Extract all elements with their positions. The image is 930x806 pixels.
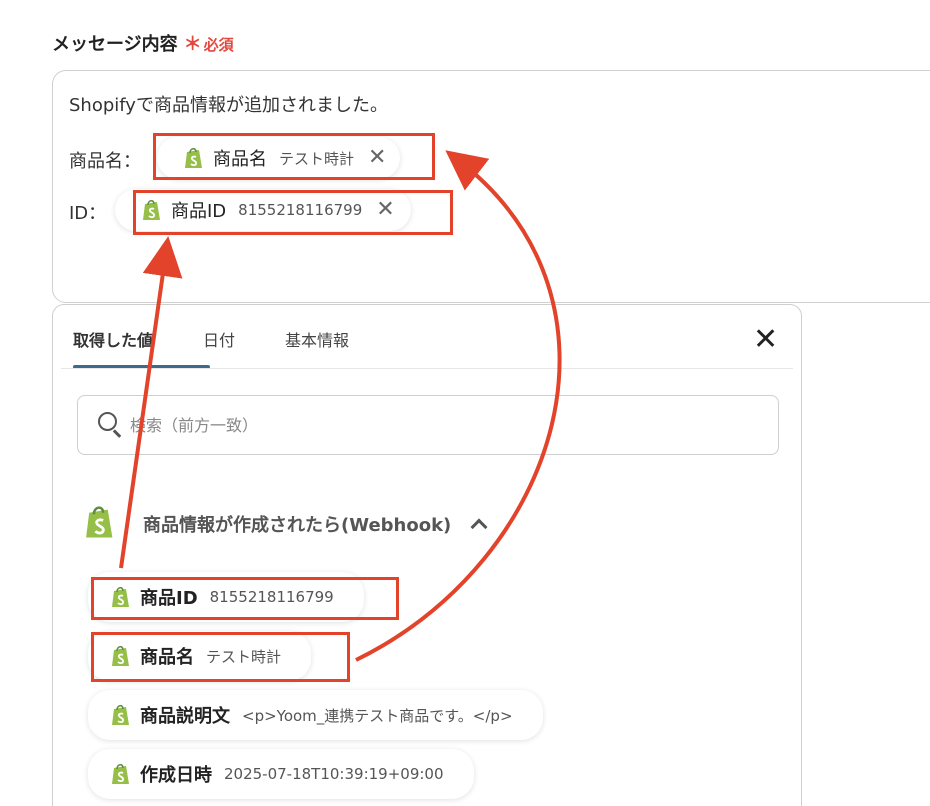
close-icon[interactable]: ✕	[753, 325, 778, 355]
item-value: テスト時計	[206, 647, 282, 666]
field-label-text: メッセージ内容	[52, 34, 178, 55]
shopify-icon	[141, 198, 163, 222]
message-line-3-prefix: ID：	[69, 203, 107, 224]
list-item-product-name[interactable]: 商品名 テスト時計	[88, 631, 312, 681]
chip-name: 商品名	[213, 149, 267, 170]
shopify-icon	[183, 146, 205, 170]
shopify-icon	[110, 585, 132, 609]
chip-name: 商品ID	[171, 201, 227, 222]
required-text: 必須	[203, 36, 234, 54]
group-title: 商品情報が作成されたら(Webhook)	[143, 515, 452, 536]
close-icon[interactable]: ✕	[368, 147, 386, 169]
message-line-1: Shopifyで商品情報が追加されました。	[69, 95, 388, 116]
list-item-product-description[interactable]: 商品説明文 <p>Yoom_連携テスト商品です。</p>	[88, 690, 543, 740]
tab-date[interactable]: 日付	[203, 327, 235, 351]
search-box[interactable]	[77, 395, 779, 455]
item-name: 作成日時	[140, 765, 212, 786]
chevron-up-icon[interactable]	[470, 518, 488, 536]
required-asterisk: ＊	[183, 34, 202, 55]
close-icon[interactable]: ✕	[376, 199, 394, 221]
group-header[interactable]: 商品情報が作成されたら(Webhook)	[83, 503, 488, 545]
search-input[interactable]	[130, 415, 730, 435]
inserted-chip-product-name[interactable]: 商品名 テスト時計 ✕	[157, 137, 401, 179]
item-name: 商品ID	[140, 588, 198, 609]
shopify-icon	[110, 762, 132, 786]
shopify-icon	[110, 703, 132, 727]
list-item-created-at[interactable]: 作成日時 2025-07-18T10:39:19+09:00	[88, 749, 474, 799]
search-icon	[98, 412, 124, 438]
list-item-product-id[interactable]: 商品ID 8155218116799	[88, 572, 364, 622]
message-line-2-prefix: 商品名：	[69, 151, 141, 172]
item-name: 商品名	[140, 647, 194, 668]
item-value: 8155218116799	[209, 588, 334, 606]
chip-value: 8155218116799	[238, 201, 363, 219]
message-field-label: メッセージ内容＊必須	[52, 30, 234, 56]
tab-divider	[61, 368, 793, 369]
tab-retrieved-values[interactable]: 取得した値	[73, 327, 153, 351]
item-value: <p>Yoom_連携テスト商品です。</p>	[242, 706, 513, 725]
inserted-chip-product-id[interactable]: 商品ID 8155218116799 ✕	[115, 189, 411, 231]
item-name: 商品説明文	[140, 706, 230, 727]
shopify-icon	[83, 503, 117, 545]
message-editor[interactable]: Shopifyで商品情報が追加されました。 商品名： ID： 商品名 テスト時計…	[52, 70, 930, 303]
chip-value: テスト時計	[279, 149, 355, 168]
tab-basic-info[interactable]: 基本情報	[285, 327, 349, 351]
item-value: 2025-07-18T10:39:19+09:00	[224, 765, 444, 783]
tab-bar: 取得した値 日付 基本情報	[73, 327, 399, 351]
shopify-icon	[110, 644, 132, 668]
